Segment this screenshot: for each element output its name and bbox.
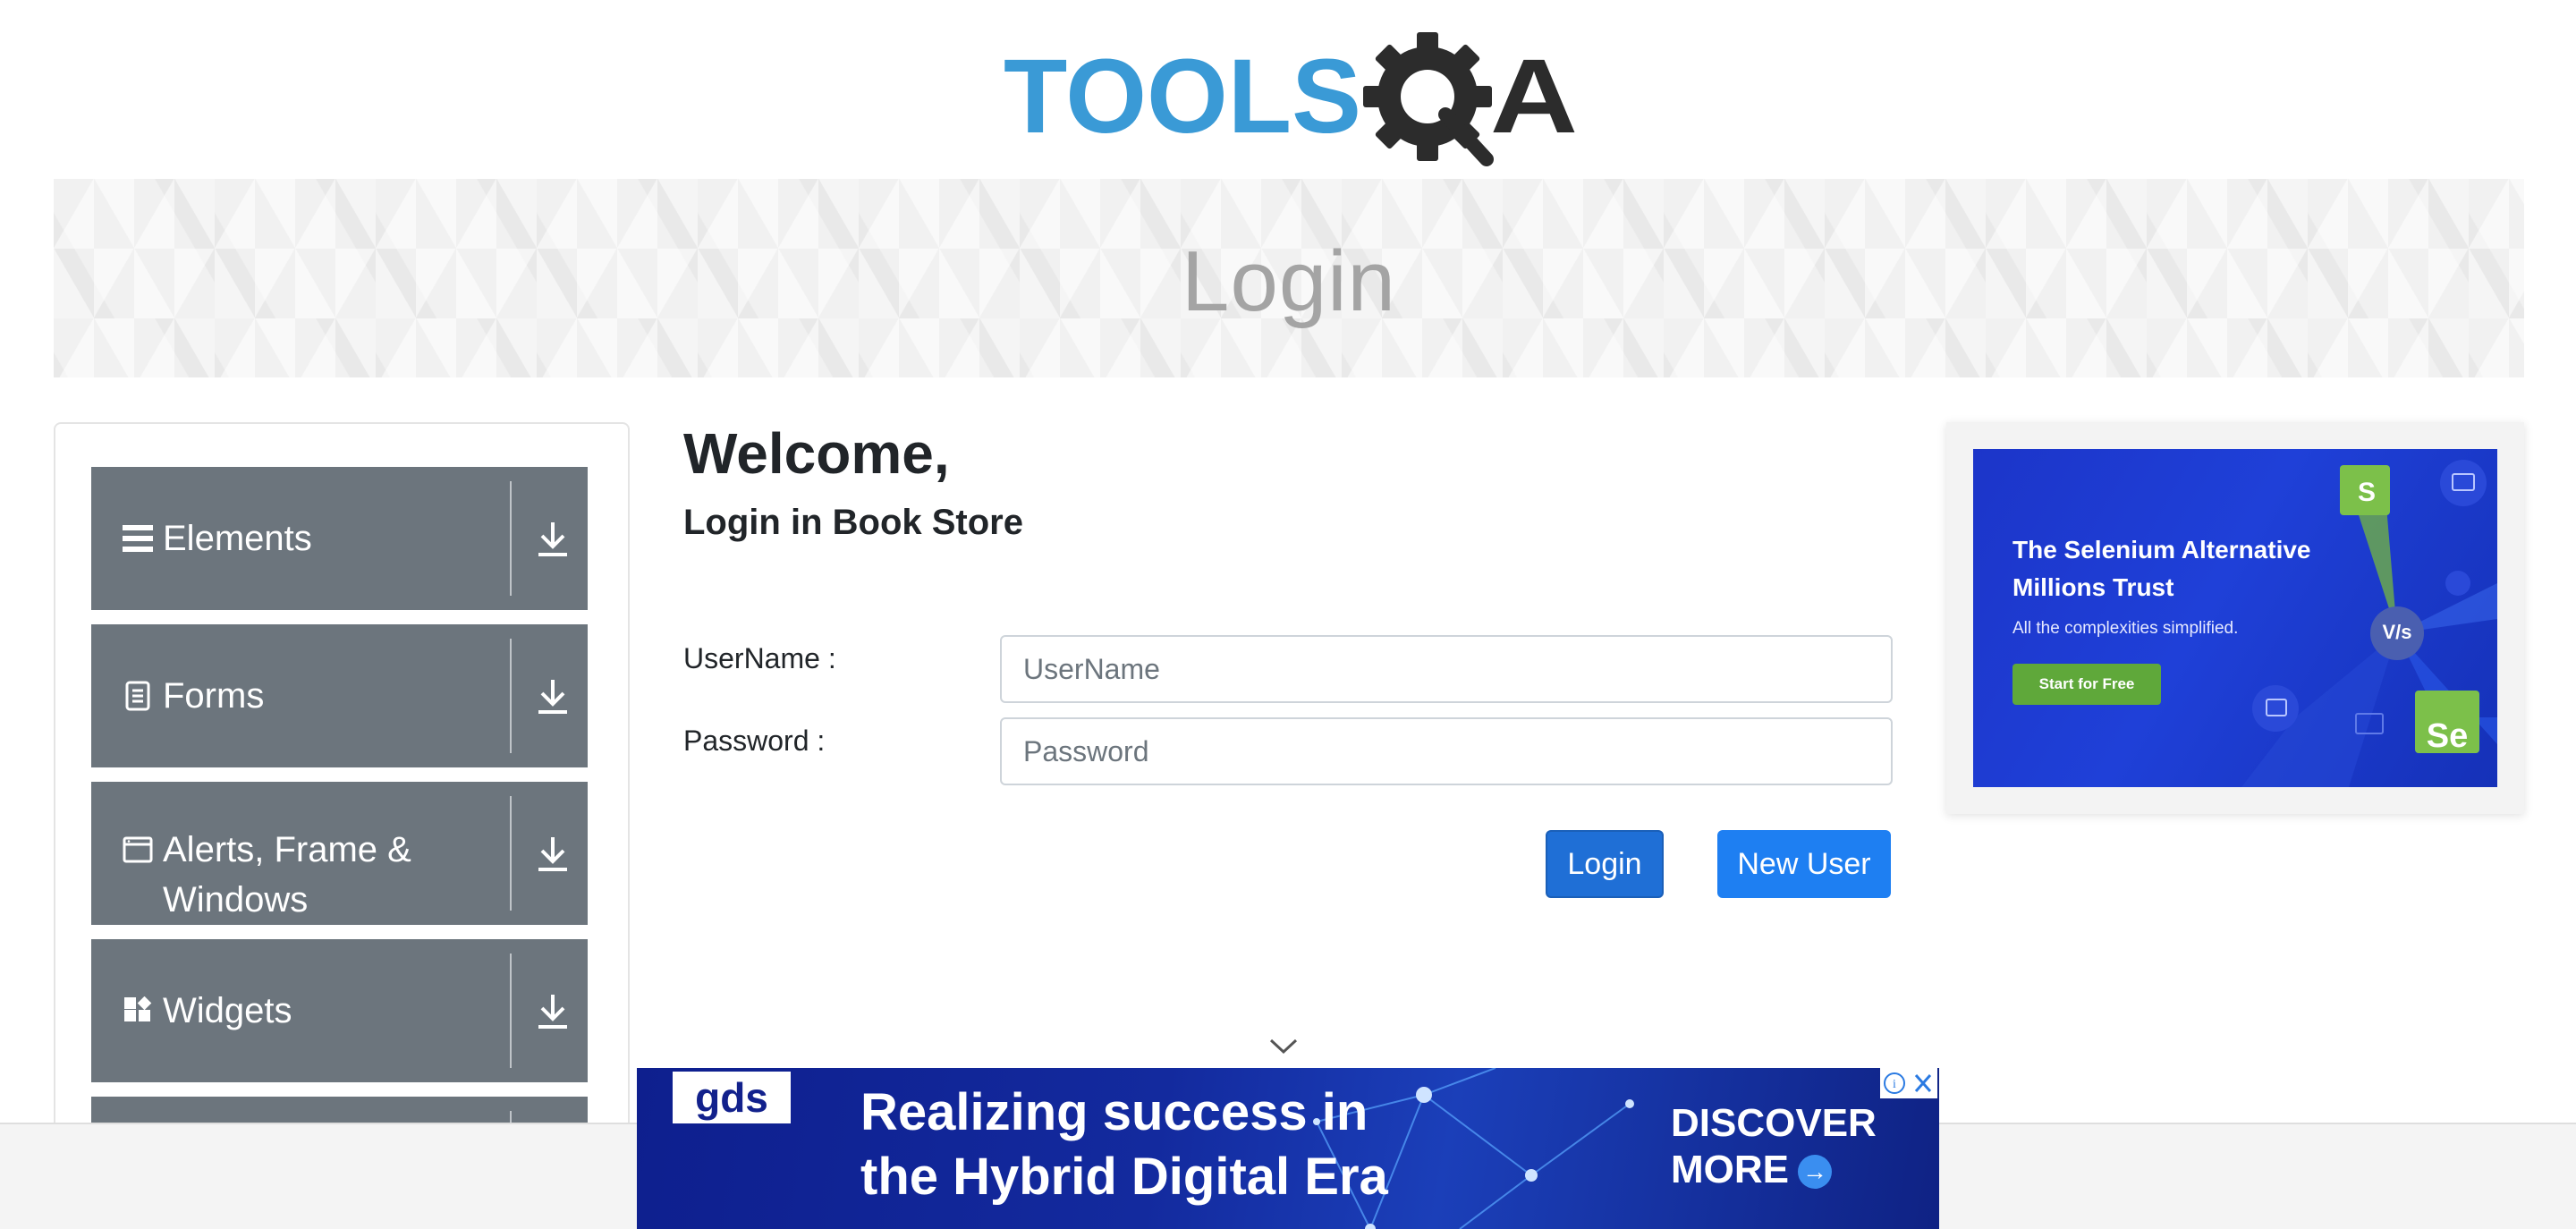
side-ad-frame: S Se V/s The Selenium Alternative Millio… [1946, 422, 2524, 814]
arrow-right-icon: → [1798, 1155, 1832, 1190]
bottom-ad[interactable]: gds Realizing success in the Hybrid Digi… [637, 1068, 1939, 1229]
username-label: UserName : [683, 642, 836, 674]
svg-text:i: i [1893, 1078, 1896, 1091]
side-ad[interactable]: S Se V/s The Selenium Alternative Millio… [1973, 449, 2497, 787]
divider [510, 796, 512, 911]
login-button[interactable]: Login [1546, 830, 1664, 898]
selenium-s-badge: S [2357, 478, 2376, 507]
hamburger-icon [122, 522, 154, 555]
sidebar-group-elements[interactable]: Elements [91, 467, 588, 610]
sidebar-group-alerts-frame-windows[interactable]: Alerts, Frame & Windows [91, 782, 588, 925]
ad-controls: i [1880, 1068, 1937, 1098]
new-user-button[interactable]: New User [1717, 830, 1891, 898]
page-banner: Login [54, 179, 2524, 377]
sidebar-group-label[interactable]: Elements [122, 467, 533, 610]
bottom-ad-headline: Realizing success in the Hybrid Digital … [860, 1083, 1388, 1206]
sidebar-group-widgets[interactable]: Widgets [91, 939, 588, 1082]
svg-text:TOOLS: TOOLS [1004, 38, 1361, 156]
sidebar-group-forms[interactable]: Forms [91, 624, 588, 767]
divider [510, 639, 512, 753]
selenium-se-badge: Se [2426, 717, 2469, 755]
divider [510, 954, 512, 1068]
download-icon[interactable] [533, 676, 572, 716]
left-panel: Elements Forms Alerts, Frame & Windows W… [54, 422, 630, 1229]
page-title: Login [1182, 233, 1396, 329]
gds-logo: gds [673, 1072, 791, 1123]
download-icon[interactable] [533, 519, 572, 558]
versus-label: V/s [2382, 621, 2412, 643]
start-for-free-button[interactable]: Start for Free [2012, 664, 2161, 705]
sidebar-group-label[interactable]: Forms [122, 624, 533, 767]
divider [510, 481, 512, 596]
username-input[interactable] [1000, 635, 1893, 703]
sidebar-group-label[interactable]: Widgets [122, 939, 533, 1082]
document-icon [122, 680, 154, 712]
widgets-icon [122, 995, 154, 1027]
ad-close-icon [1914, 1074, 1932, 1092]
svg-text:A: A [1490, 38, 1578, 156]
password-label: Password : [683, 725, 826, 757]
chevron-down-icon[interactable] [1268, 1038, 1299, 1055]
toolsqa-logo[interactable]: TOOLS A [1000, 25, 1581, 166]
side-ad-subline: All the complexities simplified. [2012, 619, 2239, 638]
window-icon [122, 834, 154, 866]
password-input[interactable] [1000, 717, 1893, 785]
welcome-heading: Welcome, [683, 421, 950, 486]
sidebar-group-label[interactable]: Alerts, Frame & Windows [122, 782, 533, 925]
discover-more-link[interactable]: DISCOVER MORE → [1671, 1100, 1877, 1193]
download-icon[interactable] [533, 834, 572, 873]
side-ad-headline: The Selenium Alternative Millions Trust [2012, 536, 2311, 601]
download-icon[interactable] [533, 991, 572, 1030]
login-subtitle: Login in Book Store [683, 503, 1023, 542]
